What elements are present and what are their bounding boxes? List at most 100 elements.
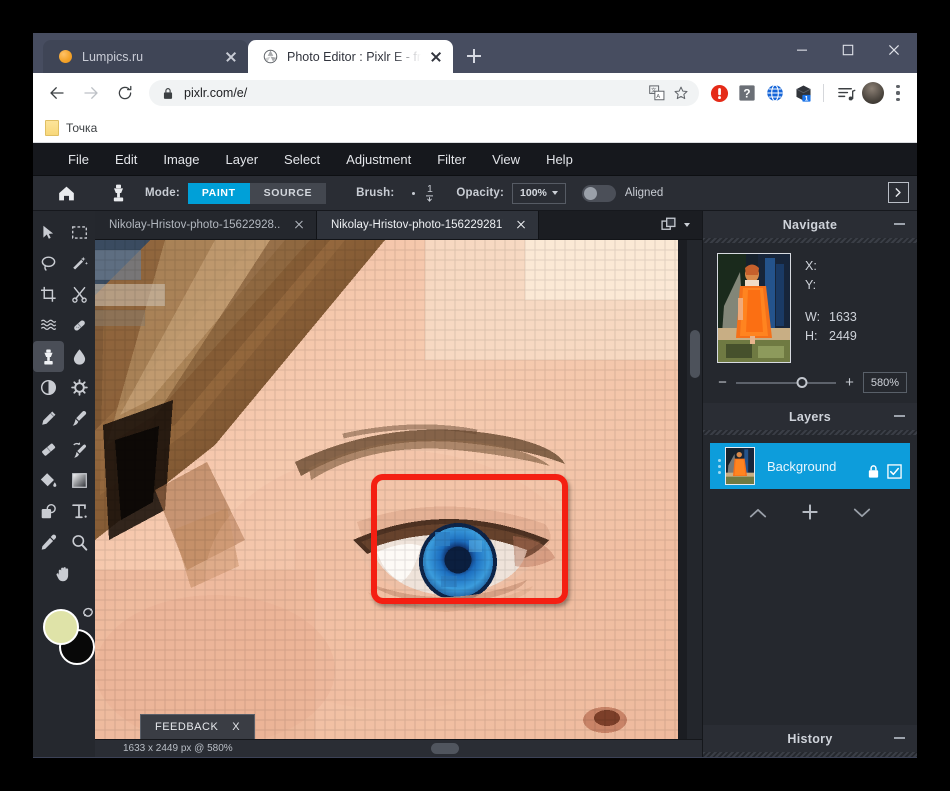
zoom-in-button[interactable]: + xyxy=(844,375,855,390)
zoom-slider-handle[interactable] xyxy=(797,377,808,388)
brush-size-stepper[interactable]: 1 xyxy=(425,184,434,202)
menu-layer[interactable]: Layer xyxy=(213,143,272,176)
close-icon[interactable] xyxy=(513,217,529,233)
browser-tab-lumpics[interactable]: Lumpics.ru xyxy=(43,40,248,73)
browser-tab-pixlr[interactable]: Photo Editor : Pixlr E - free image xyxy=(248,40,453,73)
navigate-thumbnail[interactable] xyxy=(717,253,791,363)
forward-arrow-icon[interactable] xyxy=(77,79,105,107)
minimize-icon[interactable] xyxy=(894,415,905,417)
layer-row-background[interactable]: Background xyxy=(710,443,910,489)
navigate-y-label: Y: xyxy=(805,276,829,295)
lasso-select-tool[interactable] xyxy=(33,248,64,279)
magic-wand-tool[interactable] xyxy=(64,248,95,279)
drag-handle-icon[interactable] xyxy=(714,459,725,474)
checkbox-checked-icon[interactable] xyxy=(887,464,902,484)
translate-icon[interactable]: 文A xyxy=(645,81,669,105)
detail-tool[interactable] xyxy=(64,372,95,403)
star-icon[interactable] xyxy=(669,81,693,105)
document-tab-1[interactable]: Nikolay-Hristov-photo-15622928... xyxy=(95,211,317,239)
menu-select[interactable]: Select xyxy=(271,143,333,176)
canvas-photo xyxy=(95,240,678,739)
minimize-icon[interactable] xyxy=(894,737,905,739)
minimize-window-button[interactable] xyxy=(779,33,825,66)
feedback-button[interactable]: FEEDBACK X xyxy=(140,714,255,739)
hand-tool[interactable] xyxy=(49,558,80,589)
panel-filler xyxy=(703,526,917,725)
navigate-h-label: H: xyxy=(805,327,829,346)
bookmark-item[interactable]: Точка xyxy=(45,120,97,136)
canvas-vertical-scrollbar[interactable] xyxy=(687,240,702,739)
liquify-tool[interactable] xyxy=(33,310,64,341)
lock-icon[interactable] xyxy=(867,464,880,484)
reload-icon[interactable] xyxy=(111,79,139,107)
zoom-out-button[interactable]: − xyxy=(717,375,728,390)
right-panel-column: Navigate xyxy=(702,211,917,757)
dodge-burn-tool[interactable] xyxy=(33,372,64,403)
shape-tool[interactable] xyxy=(33,496,64,527)
cutout-tool[interactable] xyxy=(64,279,95,310)
mode-segmented-control: PAINT SOURCE xyxy=(188,183,326,204)
crop-tool[interactable] xyxy=(33,279,64,310)
question-mark-icon[interactable]: ? xyxy=(734,80,760,106)
heal-tool[interactable] xyxy=(64,310,95,341)
zoom-slider[interactable] xyxy=(736,382,836,384)
replace-color-tool[interactable] xyxy=(64,434,95,465)
minimize-icon[interactable] xyxy=(894,223,905,225)
home-icon[interactable] xyxy=(51,179,81,207)
foreground-color-swatch[interactable] xyxy=(43,609,79,645)
aligned-toggle[interactable] xyxy=(582,185,616,202)
pen-draw-tool[interactable] xyxy=(33,403,64,434)
arrange-tool[interactable] xyxy=(33,217,64,248)
paint-bucket-tool[interactable] xyxy=(33,465,64,496)
menu-filter[interactable]: Filter xyxy=(424,143,479,176)
package-icon[interactable]: 1 xyxy=(790,80,816,106)
lock-icon xyxy=(162,87,174,100)
chevron-down-icon xyxy=(552,191,558,195)
menu-adjustment[interactable]: Adjustment xyxy=(333,143,424,176)
close-icon[interactable] xyxy=(222,48,240,66)
arrange-windows-button[interactable] xyxy=(649,211,702,239)
adblock-icon[interactable] xyxy=(706,80,732,106)
close-icon[interactable] xyxy=(427,48,445,66)
blur-tool[interactable] xyxy=(64,341,95,372)
move-layer-down-button[interactable] xyxy=(853,506,871,524)
maximize-window-button[interactable] xyxy=(825,33,871,66)
close-icon[interactable] xyxy=(291,217,307,233)
expand-panel-icon[interactable] xyxy=(888,182,909,203)
panel-grip xyxy=(703,752,917,757)
new-tab-button[interactable] xyxy=(460,42,488,70)
mode-paint-button[interactable]: PAINT xyxy=(188,183,250,204)
menu-image[interactable]: Image xyxy=(150,143,212,176)
reading-list-icon[interactable] xyxy=(833,80,859,106)
clone-stamp-tool[interactable] xyxy=(33,341,64,372)
feedback-close-icon[interactable]: X xyxy=(232,721,240,733)
menu-view[interactable]: View xyxy=(479,143,533,176)
menu-help[interactable]: Help xyxy=(533,143,586,176)
marquee-select-tool[interactable] xyxy=(64,217,95,248)
back-arrow-icon[interactable] xyxy=(43,79,71,107)
zoom-value-input[interactable]: 580% xyxy=(863,372,907,393)
gradient-tool[interactable] xyxy=(64,465,95,496)
move-layer-up-button[interactable] xyxy=(749,506,767,524)
zoom-tool[interactable] xyxy=(64,527,95,558)
text-tool[interactable] xyxy=(64,496,95,527)
close-window-button[interactable] xyxy=(871,33,917,66)
navigate-h-value: 2449 xyxy=(829,327,857,346)
three-dot-menu-icon[interactable] xyxy=(887,80,909,106)
image-canvas[interactable]: FEEDBACK X xyxy=(95,240,702,739)
address-bar[interactable]: pixlr.com/e/ 文A xyxy=(149,80,699,106)
swap-colors-icon[interactable] xyxy=(81,605,95,624)
eraser-tool[interactable] xyxy=(33,434,64,465)
opacity-select[interactable]: 100% xyxy=(512,183,566,204)
color-picker-tool[interactable] xyxy=(33,527,64,558)
profile-avatar[interactable] xyxy=(862,82,884,104)
add-layer-button[interactable] xyxy=(801,503,819,526)
canvas-horizontal-scrollbar-thumb[interactable] xyxy=(431,743,459,754)
document-tab-2[interactable]: Nikolay-Hristov-photo-1562292817-58d2... xyxy=(317,211,539,239)
scrollbar-thumb[interactable] xyxy=(690,330,700,378)
menu-file[interactable]: File xyxy=(55,143,102,176)
mode-source-button[interactable]: SOURCE xyxy=(250,183,327,204)
paint-brush-tool[interactable] xyxy=(64,403,95,434)
globe-icon[interactable] xyxy=(762,80,788,106)
menu-edit[interactable]: Edit xyxy=(102,143,150,176)
